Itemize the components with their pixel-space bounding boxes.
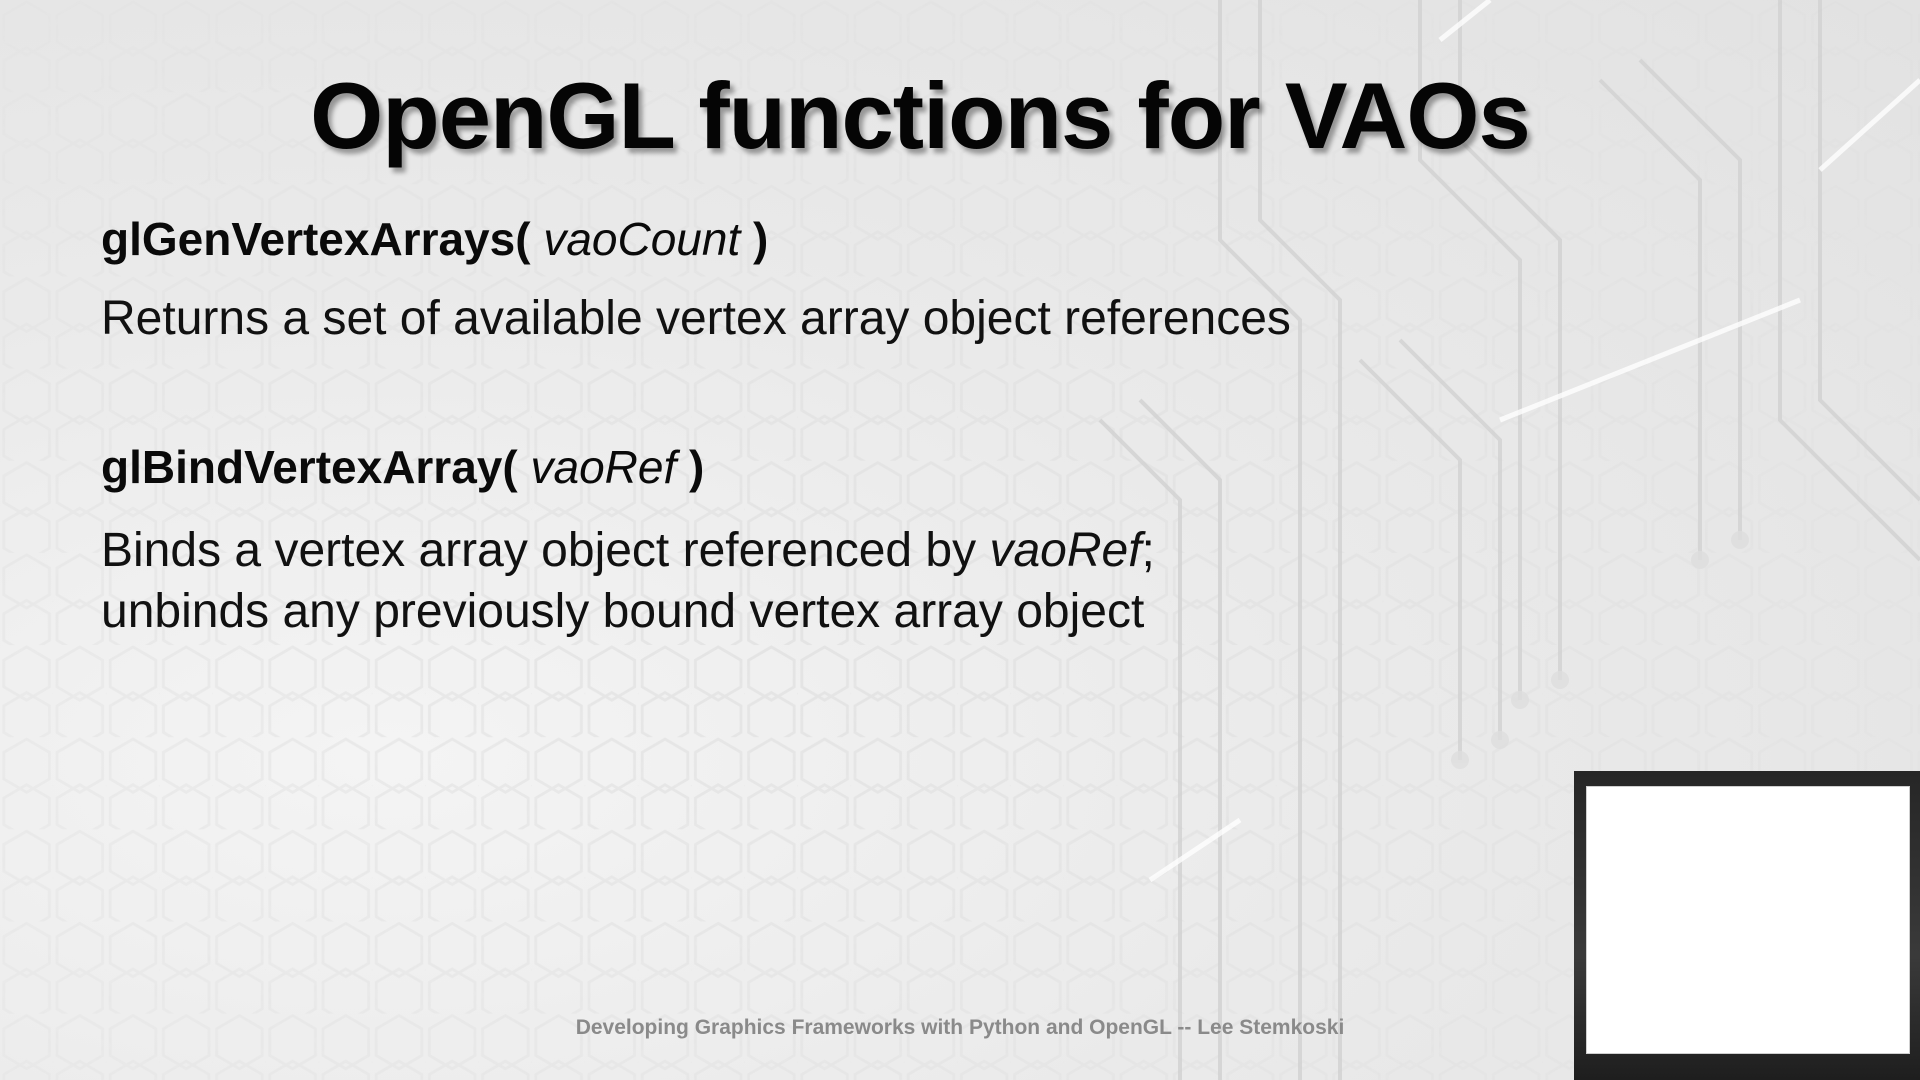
description-parameter: vaoRef — [989, 524, 1142, 577]
webcam-overlay — [1574, 771, 1920, 1080]
function-description-glgenvertexarrays: Returns a set of available vertex array … — [101, 288, 1291, 349]
function-signature-glbindvertexarray: glBindVertexArray( vaoRef ) — [101, 440, 704, 494]
function-signature-glgenvertexarrays: glGenVertexArrays( vaoCount ) — [101, 212, 768, 266]
webcam-screen — [1586, 786, 1910, 1054]
function-name: glGenVertexArrays( — [101, 213, 531, 265]
slide-title: OpenGL functions for VAOs — [0, 62, 1920, 170]
function-close-paren: ) — [689, 441, 705, 493]
description-line-2: unbinds any previously bound vertex arra… — [101, 585, 1145, 638]
description-line: Returns a set of available vertex array … — [101, 292, 1291, 345]
function-description-glbindvertexarray: Binds a vertex array object referenced b… — [101, 520, 1155, 642]
footer-text: Developing Graphics Frameworks with Pyth… — [575, 1016, 1345, 1039]
function-parameter: vaoCount — [543, 213, 741, 265]
function-close-paren: ) — [753, 213, 769, 265]
function-parameter: vaoRef — [530, 441, 677, 493]
description-line-1: Binds a vertex array object referenced b… — [101, 520, 1155, 581]
slide-title-text: OpenGL functions for VAOs — [310, 63, 1531, 168]
description-punctuation: ; — [1141, 524, 1155, 577]
description-text: Binds a vertex array object referenced b… — [101, 524, 990, 577]
function-name: glBindVertexArray( — [101, 441, 518, 493]
slide: OpenGL functions for VAOs glGenVertexArr… — [0, 0, 1920, 1080]
